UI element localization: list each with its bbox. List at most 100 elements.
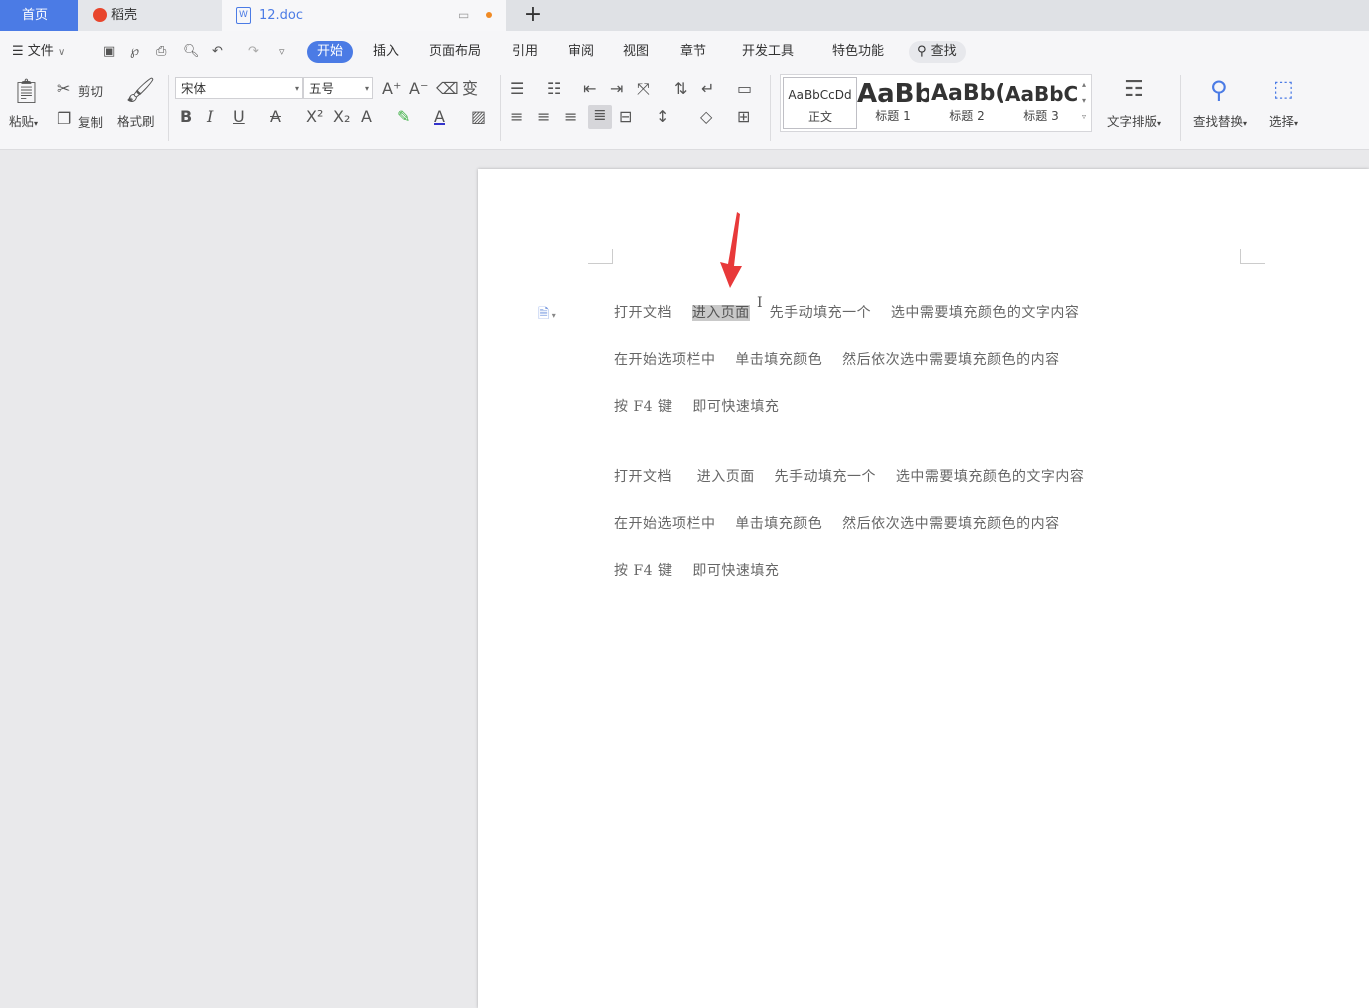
font-size-select[interactable]: 五号 ▾ xyxy=(303,77,373,99)
tab-bar: 首页 稻壳 W 12.doc ▭ + xyxy=(0,0,1369,31)
find-replace-button[interactable]: 查找替换▾ xyxy=(1193,111,1247,130)
style-gallery: AaBbCcDd 正文 AaBb 标题 1 AaBb( 标题 2 AaBbC( … xyxy=(780,74,1092,132)
document-page[interactable]: 🗎︎ ▾ 打开文档 进入页面 先手动填充一个 选中需要填充颜色的文字内容 在开始… xyxy=(478,169,1369,1008)
style-heading-2[interactable]: AaBb( 标题 2 xyxy=(931,77,1003,127)
customize-toolbar-icon[interactable]: ▿ xyxy=(279,41,285,63)
selected-text[interactable]: 进入页面 xyxy=(691,305,750,321)
style-normal[interactable]: AaBbCcDd 正文 xyxy=(783,77,857,129)
copy-icon[interactable]: ❐ xyxy=(57,109,71,129)
table-tools-icon[interactable]: ▭ xyxy=(737,79,752,99)
phonetic-guide-icon[interactable]: 变 xyxy=(462,79,478,99)
sort-icon[interactable]: ⇅ xyxy=(674,79,687,99)
font-name-select[interactable]: 宋体 ▾ xyxy=(175,77,303,99)
tab-references[interactable]: 引用 xyxy=(512,41,538,63)
borders-icon[interactable]: ⊞ xyxy=(737,107,750,127)
decrease-indent-icon[interactable]: ⇤ xyxy=(583,79,596,99)
text-cursor-icon: I xyxy=(757,295,763,311)
ribbon: 📋︎ 粘贴▾ ✂ 剪切 ❐ 复制 🖌︎ 格式刷 宋体 ▾ 五号 ▾ A⁺ A⁻ ⌫ … xyxy=(0,71,1369,150)
decrease-font-icon[interactable]: A⁻ xyxy=(409,79,428,99)
paragraph: 按 F4 键 即可快速填充 xyxy=(614,399,780,415)
paste-icon[interactable]: 📋︎ xyxy=(11,77,41,105)
distributed-align-icon[interactable]: ⊟ xyxy=(619,107,632,127)
text-direction-icon[interactable]: ⤧ xyxy=(637,79,650,99)
print-icon[interactable]: ⎙ xyxy=(156,41,166,63)
print-preview-icon[interactable]: 🔍︎ xyxy=(183,41,200,63)
undo-icon[interactable]: ↶ xyxy=(212,41,223,63)
tab-home[interactable]: 首页 xyxy=(0,0,78,31)
redo-icon[interactable]: ↷ xyxy=(248,41,259,63)
tab-daoke[interactable]: 稻壳 xyxy=(78,0,222,31)
bold-icon[interactable]: B xyxy=(180,107,192,127)
tab-document-label: 12.doc xyxy=(259,8,304,23)
increase-indent-icon[interactable]: ⇥ xyxy=(610,79,623,99)
increase-font-icon[interactable]: A⁺ xyxy=(382,79,401,99)
hamburger-icon: ☰ xyxy=(12,44,24,59)
subscript-icon[interactable]: X₂ xyxy=(333,107,350,127)
justify-icon[interactable]: ≣ xyxy=(588,105,612,129)
file-menu[interactable]: ☰ 文件 ∨ xyxy=(12,41,65,63)
font-color-icon[interactable]: A xyxy=(434,107,445,126)
style-heading-1[interactable]: AaBb 标题 1 xyxy=(857,77,929,127)
tab-developer-tools[interactable]: 开发工具 xyxy=(742,41,794,63)
search-label: 查找 xyxy=(930,44,957,59)
style-heading-3-label: 标题 3 xyxy=(1023,109,1059,123)
export-pdf-icon[interactable]: ℘ xyxy=(130,41,139,63)
shading-icon[interactable]: ◇ xyxy=(700,107,712,127)
tab-start[interactable]: 开始 xyxy=(307,41,354,63)
tab-review[interactable]: 审阅 xyxy=(568,41,594,63)
style-heading-1-preview: AaBb xyxy=(857,79,929,107)
chevron-down-icon: ∨ xyxy=(57,47,66,58)
format-painter-icon[interactable]: 🖌︎ xyxy=(125,76,155,104)
tab-chapter[interactable]: 章节 xyxy=(680,41,706,63)
numbered-list-icon[interactable]: ☷ xyxy=(547,79,561,99)
find-replace-icon[interactable]: ⚲ xyxy=(1210,76,1228,104)
new-tab-button[interactable]: + xyxy=(520,3,546,29)
underline-icon[interactable]: U xyxy=(233,107,245,127)
tab-daoke-label: 稻壳 xyxy=(111,8,138,23)
strikethrough-icon[interactable]: A xyxy=(270,107,281,127)
text-effect-icon[interactable]: A xyxy=(361,107,372,127)
select-button[interactable]: 选择▾ xyxy=(1269,111,1298,130)
clear-format-icon[interactable]: ⌫ xyxy=(436,79,459,99)
tab-page-layout[interactable]: 页面布局 xyxy=(429,41,481,63)
screen-icon[interactable]: ▭ xyxy=(458,0,469,31)
select-icon[interactable]: ⬚ xyxy=(1273,76,1294,104)
style-gallery-scroll[interactable]: ▴ ▾ ▿ xyxy=(1079,77,1089,127)
search-icon: ⚲ xyxy=(917,44,927,59)
format-painter-button[interactable]: 格式刷 xyxy=(117,111,155,130)
paste-button[interactable]: 粘贴▾ xyxy=(9,111,38,130)
tab-special-features[interactable]: 特色功能 xyxy=(832,41,884,63)
paragraph: 按 F4 键 即可快速填充 xyxy=(614,563,780,579)
align-center-icon[interactable]: ≡ xyxy=(537,107,550,127)
paragraph-menu-icon[interactable]: 🗎︎ ▾ xyxy=(538,303,556,327)
line-spacing-icon[interactable]: ↕ xyxy=(656,107,669,127)
word-doc-icon: W xyxy=(236,7,251,24)
divider xyxy=(168,75,169,141)
text-layout-icon[interactable]: ☶ xyxy=(1124,77,1144,103)
italic-icon[interactable]: I xyxy=(207,107,213,127)
text-layout-button[interactable]: 文字排版▾ xyxy=(1107,111,1161,130)
daoke-icon xyxy=(93,8,107,22)
tab-document[interactable]: W 12.doc ▭ xyxy=(222,0,506,31)
search-button[interactable]: ⚲ 查找 xyxy=(909,41,966,63)
copy-button[interactable]: 复制 xyxy=(78,112,103,131)
highlight-color-icon[interactable]: ✎ xyxy=(397,107,410,127)
file-menu-label: 文件 xyxy=(27,44,54,59)
cut-button[interactable]: 剪切 xyxy=(78,81,103,100)
tab-view[interactable]: 视图 xyxy=(623,41,649,63)
bullet-list-icon[interactable]: ☰ xyxy=(510,79,524,99)
superscript-icon[interactable]: X² xyxy=(306,107,323,127)
character-border-icon[interactable]: ▨ xyxy=(471,107,486,127)
align-left-icon[interactable]: ≡ xyxy=(510,107,523,127)
tab-insert[interactable]: 插入 xyxy=(373,41,399,63)
save-icon[interactable]: ▣ xyxy=(103,41,115,63)
style-heading-3-preview: AaBbC( xyxy=(1005,82,1077,106)
divider xyxy=(770,75,771,141)
show-marks-icon[interactable]: ↵ xyxy=(701,79,714,99)
align-right-icon[interactable]: ≡ xyxy=(564,107,577,127)
scissors-icon[interactable]: ✂ xyxy=(57,79,70,99)
style-heading-3[interactable]: AaBbC( 标题 3 xyxy=(1005,77,1077,127)
divider xyxy=(500,75,501,141)
paragraph: 打开文档 进入页面 先手动填充一个 选中需要填充颜色的文字内容 xyxy=(614,469,1085,485)
margin-corner-marker xyxy=(1240,249,1265,264)
